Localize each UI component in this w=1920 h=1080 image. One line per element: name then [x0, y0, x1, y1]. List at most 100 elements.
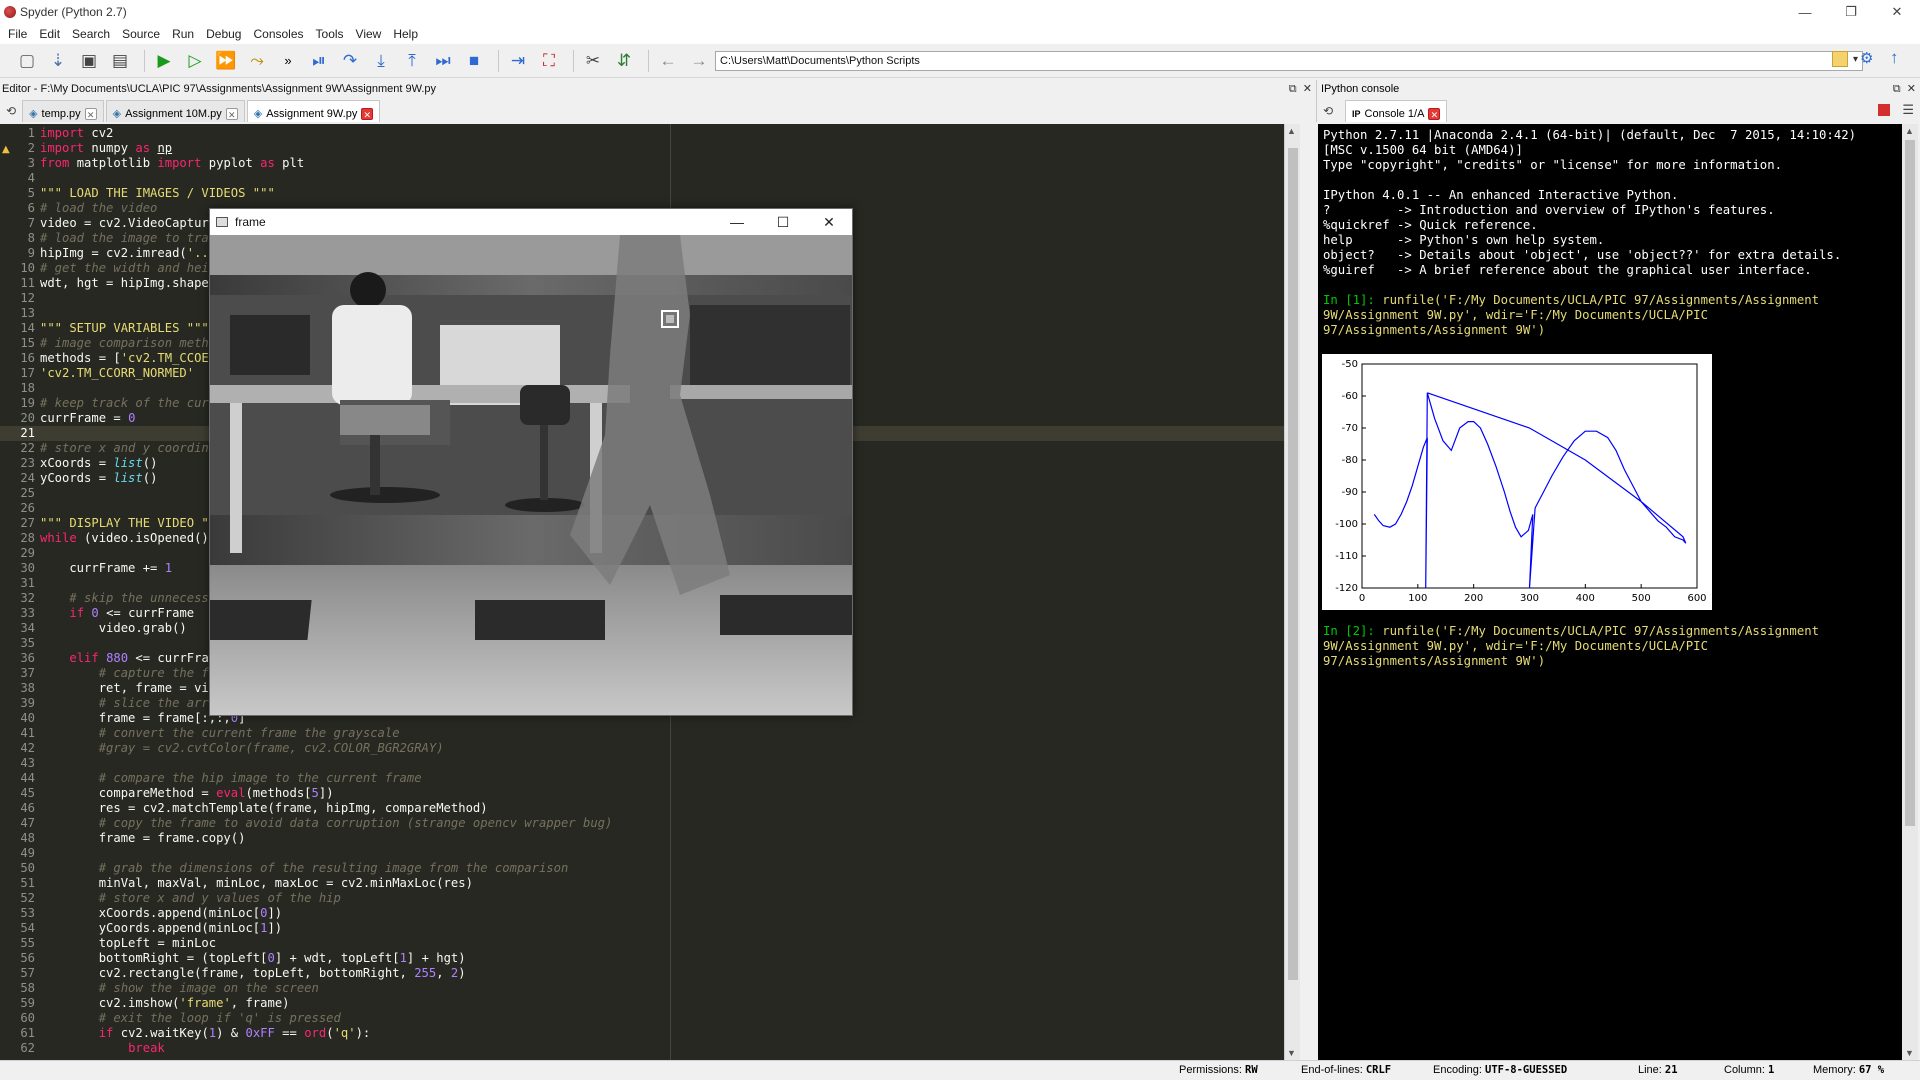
code-line[interactable]: 55 topLeft = minLoc [0, 936, 1284, 951]
options-menu-icon[interactable]: ☰ [1902, 102, 1914, 118]
open-file-icon[interactable]: ⇣ [45, 48, 71, 74]
code-line[interactable]: 43 [0, 756, 1284, 771]
minimize-button[interactable]: — [714, 209, 760, 235]
code-line[interactable]: 45 compareMethod = eval(methods[5]) [0, 786, 1284, 801]
maximize-button[interactable]: ☐ [760, 209, 806, 235]
warning-icon[interactable]: ▲ [2, 144, 10, 155]
menu-help[interactable]: Help [387, 27, 424, 41]
tab-temp-py[interactable]: ◈ temp.py ✕ [22, 100, 104, 122]
minimize-button[interactable]: — [1782, 0, 1828, 24]
code-line[interactable]: 57 cv2.rectangle(frame, topLeft, bottomR… [0, 966, 1284, 981]
continue-icon[interactable]: ⏭ [430, 48, 456, 74]
code-line[interactable]: 46 res = cv2.matchTemplate(frame, hipImg… [0, 801, 1284, 816]
tab-assignment-10m[interactable]: ◈ Assignment 10M.py ✕ [105, 100, 245, 122]
code-line[interactable]: 49 [0, 846, 1284, 861]
close-tab-icon[interactable]: ✕ [84, 107, 97, 120]
run-selection-icon[interactable]: ⤳ [244, 48, 270, 74]
close-tab-icon[interactable]: ✕ [1428, 107, 1441, 120]
stop-debug-icon[interactable]: ■ [461, 48, 487, 74]
python-path-icon[interactable]: ⇵ [611, 48, 637, 74]
new-file-icon[interactable]: ▢ [14, 48, 40, 74]
menu-tools[interactable]: Tools [310, 27, 350, 41]
close-button[interactable]: ✕ [1874, 0, 1920, 24]
close-tab-icon[interactable]: ✕ [225, 107, 238, 120]
preferences-icon[interactable]: ✂ [580, 48, 606, 74]
browse-folder-icon[interactable] [1832, 51, 1848, 67]
maximize-pane-icon[interactable]: ⇥ [505, 48, 531, 74]
code-line[interactable]: 60 # exit the loop if 'q' is pressed [0, 1011, 1284, 1026]
scroll-down-icon[interactable]: ▼ [1287, 1048, 1296, 1058]
console-scrollbar[interactable]: ▲ ▼ [1902, 124, 1918, 1060]
line-number: 50 [20, 861, 35, 875]
save-all-icon[interactable]: ▤ [107, 48, 133, 74]
step-return-icon[interactable]: ⤒ [399, 48, 425, 74]
step-into-icon[interactable]: ⤓ [368, 48, 394, 74]
fullscreen-icon[interactable]: ⛶ [536, 48, 562, 74]
save-icon[interactable]: ▣ [76, 48, 102, 74]
debug-icon[interactable]: ⏯ [306, 48, 332, 74]
step-icon[interactable]: ↷ [337, 48, 363, 74]
back-icon[interactable]: ← [655, 48, 681, 74]
scroll-up-icon[interactable]: ▲ [1287, 126, 1296, 136]
code-line[interactable]: 53 xCoords.append(minLoc[0]) [0, 906, 1284, 921]
code-line[interactable]: 2 import numpy as np [0, 141, 1284, 156]
browse-tabs-icon[interactable]: ⟲ [6, 104, 16, 118]
scroll-up-icon[interactable]: ▲ [1905, 126, 1914, 136]
parent-directory-icon[interactable]: ↑ [1890, 48, 1899, 68]
editor-scrollbar[interactable]: ▲ ▼ [1284, 124, 1300, 1060]
more-icon[interactable]: » [275, 48, 301, 74]
tab-assignment-9w[interactable]: ◈ Assignment 9W.py ✕ [246, 100, 381, 122]
code-line[interactable]: 3 from matplotlib import pyplot as plt [0, 156, 1284, 171]
menu-search[interactable]: Search [66, 27, 116, 41]
undock-icon[interactable]: ⧉ [1289, 83, 1297, 95]
run-cell-icon[interactable]: ▷ [182, 48, 208, 74]
chevron-down-icon[interactable]: ▾ [1853, 54, 1858, 65]
scrollbar-thumb[interactable] [1288, 148, 1298, 980]
python-icon[interactable]: ⚙ [1860, 49, 1873, 67]
working-directory-input[interactable]: C:\Users\Matt\Documents\Python Scripts ▾ [715, 51, 1863, 71]
tab-console-1a[interactable]: IP Console 1/A ✕ [1345, 100, 1448, 122]
code-line[interactable]: 52 # store x and y values of the hip [0, 891, 1284, 906]
menu-view[interactable]: View [350, 27, 388, 41]
menu-consoles[interactable]: Consoles [247, 27, 309, 41]
close-pane-icon[interactable]: ✕ [1303, 83, 1312, 95]
code-line[interactable]: 47 # copy the frame to avoid data corrup… [0, 816, 1284, 831]
code-line[interactable]: 4 [0, 171, 1284, 186]
run-cell-advance-icon[interactable]: ⏩ [213, 48, 239, 74]
restore-button[interactable]: ❐ [1828, 0, 1874, 24]
run-icon[interactable]: ▶ [151, 48, 177, 74]
line-number: 49 [20, 846, 35, 860]
menu-debug[interactable]: Debug [200, 27, 247, 41]
frame-window-titlebar[interactable]: frame — ☐ ✕ [210, 209, 852, 235]
frame-window[interactable]: frame — ☐ ✕ [209, 208, 853, 716]
scroll-down-icon[interactable]: ▼ [1905, 1048, 1914, 1058]
code-line[interactable]: 50 # grab the dimensions of the resultin… [0, 861, 1284, 876]
menu-source[interactable]: Source [116, 27, 166, 41]
code-line[interactable]: 56 bottomRight = (topLeft[0] + wdt, topL… [0, 951, 1284, 966]
stop-icon[interactable] [1878, 104, 1890, 116]
scrollbar-thumb[interactable] [1905, 140, 1915, 826]
browse-tabs-icon[interactable]: ⟲ [1323, 104, 1333, 118]
code-line[interactable]: 41 # convert the current frame the grays… [0, 726, 1284, 741]
code-line[interactable]: 1 import cv2 [0, 126, 1284, 141]
undock-icon[interactable]: ⧉ [1893, 83, 1901, 95]
code-line[interactable]: 59 cv2.imshow('frame', frame) [0, 996, 1284, 1011]
menu-run[interactable]: Run [166, 27, 200, 41]
code-text: import numpy as np [40, 141, 173, 155]
code-line[interactable]: 61 if cv2.waitKey(1) & 0xFF == ord('q'): [0, 1026, 1284, 1041]
forward-icon[interactable]: → [686, 48, 712, 74]
close-tab-icon[interactable]: ✕ [361, 107, 374, 120]
close-pane-icon[interactable]: ✕ [1907, 83, 1916, 95]
close-button[interactable]: ✕ [806, 209, 852, 235]
code-line[interactable]: 44 # compare the hip image to the curren… [0, 771, 1284, 786]
code-line[interactable]: 42 #gray = cv2.cvtColor(frame, cv2.COLOR… [0, 741, 1284, 756]
code-line[interactable]: 51 minVal, maxVal, minLoc, maxLoc = cv2.… [0, 876, 1284, 891]
menu-edit[interactable]: Edit [33, 27, 66, 41]
code-text: # show the image on the screen [98, 981, 319, 995]
code-line[interactable]: 58 # show the image on the screen [0, 981, 1284, 996]
code-line[interactable]: 5 """ LOAD THE IMAGES / VIDEOS """ [0, 186, 1284, 201]
code-line[interactable]: 48 frame = frame.copy() [0, 831, 1284, 846]
code-line[interactable]: 62 break [0, 1041, 1284, 1056]
menu-file[interactable]: File [2, 27, 33, 41]
code-line[interactable]: 54 yCoords.append(minLoc[1]) [0, 921, 1284, 936]
